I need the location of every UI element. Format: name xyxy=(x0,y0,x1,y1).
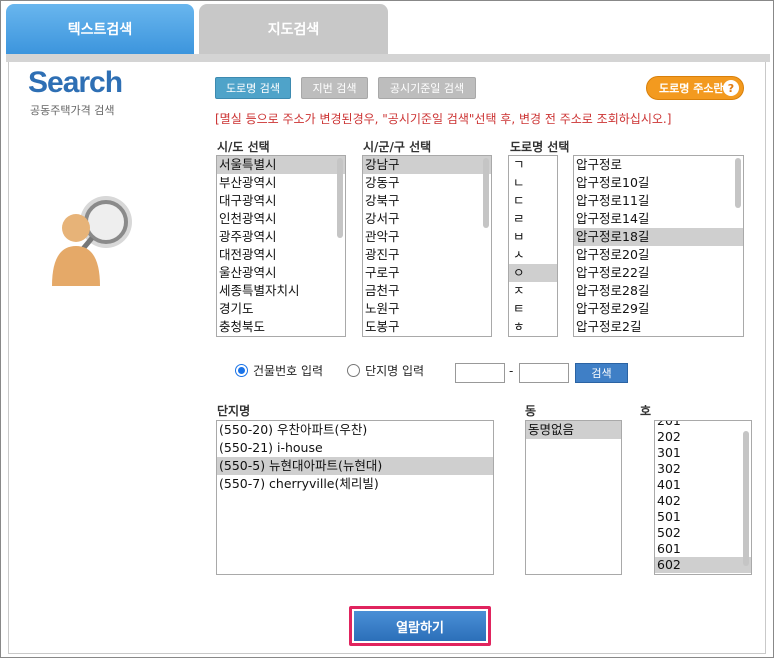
scrollbar[interactable] xyxy=(337,158,343,238)
dong-list[interactable]: 동명없음 xyxy=(525,420,622,575)
list-item[interactable]: 압구정로14길 xyxy=(574,210,743,228)
ho-label: 호 xyxy=(640,404,652,418)
person-magnifier-icon xyxy=(52,196,132,286)
dash-separator: - xyxy=(509,364,514,378)
road-search-button[interactable]: 도로명 검색 xyxy=(215,77,291,99)
list-item[interactable]: 압구정로20길 xyxy=(574,246,743,264)
jibun-search-button[interactable]: 지번 검색 xyxy=(301,77,368,99)
view-button-highlight: 열람하기 xyxy=(349,606,491,646)
list-item[interactable]: 602 xyxy=(655,557,751,573)
list-item[interactable]: 노원구 xyxy=(363,300,491,318)
complex-list[interactable]: (550-20) 우찬아파트(우찬) (550-21) i-house (550… xyxy=(216,420,494,575)
date-search-button[interactable]: 공시기준일 검색 xyxy=(378,77,476,99)
list-item[interactable]: (550-21) i-house xyxy=(217,439,493,457)
list-item[interactable]: 강남구 xyxy=(363,156,491,174)
list-item[interactable]: ㅅ xyxy=(509,246,557,264)
list-item[interactable]: 구로구 xyxy=(363,264,491,282)
list-item[interactable]: 압구정로10길 xyxy=(574,174,743,192)
complex-name-radio[interactable] xyxy=(347,364,361,377)
list-item[interactable]: ㄱ xyxy=(509,156,557,174)
building-number-label: 건물번호 입력 xyxy=(253,364,324,378)
list-item[interactable]: 세종특별자치시 xyxy=(217,282,345,300)
list-item[interactable]: 301 xyxy=(655,445,751,461)
list-item[interactable]: ㅎ xyxy=(509,318,557,336)
list-item[interactable]: ㅇ xyxy=(509,264,557,282)
list-item[interactable]: 압구정로 xyxy=(574,156,743,174)
sido-list[interactable]: 서울특별시 부산광역시 대구광역시 인천광역시 광주광역시 대전광역시 울산광역… xyxy=(216,155,346,337)
input-mode-radios: 건물번호 입력 단지명 입력 xyxy=(235,362,424,379)
list-item[interactable]: 광주광역시 xyxy=(217,228,345,246)
tab-text-search[interactable]: 텍스트검색 xyxy=(6,4,194,54)
list-item[interactable]: 대전광역시 xyxy=(217,246,345,264)
notice-text: [멸실 등으로 주소가 변경된경우, "공시기준일 검색"선택 후, 변경 전 … xyxy=(215,112,672,126)
dong-label: 동 xyxy=(525,404,537,418)
list-item[interactable]: 501 xyxy=(655,509,751,525)
list-item[interactable]: 서울특별시 xyxy=(217,156,345,174)
list-item[interactable]: 압구정로29길 xyxy=(574,300,743,318)
list-item[interactable]: 502 xyxy=(655,525,751,541)
list-item[interactable]: ㅌ xyxy=(509,300,557,318)
building-number-radio[interactable] xyxy=(235,364,248,377)
question-icon: ? xyxy=(723,80,739,96)
list-item[interactable]: 압구정로11길 xyxy=(574,192,743,210)
view-button[interactable]: 열람하기 xyxy=(354,611,486,641)
list-item[interactable]: 대구광역시 xyxy=(217,192,345,210)
list-item[interactable]: ㅂ xyxy=(509,228,557,246)
list-item[interactable]: ㅈ xyxy=(509,282,557,300)
list-item[interactable]: 동명없음 xyxy=(526,421,621,439)
complex-label: 단지명 xyxy=(217,404,251,418)
building-number-main-input[interactable] xyxy=(455,363,505,383)
list-item[interactable]: 202 xyxy=(655,429,751,445)
sido-label: 시/도 선택 xyxy=(217,140,270,154)
search-logo: Search xyxy=(28,66,123,99)
list-item[interactable]: 경기도 xyxy=(217,300,345,318)
list-item[interactable]: 금천구 xyxy=(363,282,491,300)
sigungu-label: 시/군/구 선택 xyxy=(363,140,432,154)
list-item[interactable]: 압구정로2길 xyxy=(574,318,743,336)
list-item[interactable]: (550-20) 우찬아파트(우찬) xyxy=(217,421,493,439)
road-list[interactable]: 압구정로 압구정로10길 압구정로11길 압구정로14길 압구정로18길 압구정… xyxy=(573,155,744,337)
tab-map-search[interactable]: 지도검색 xyxy=(199,4,388,54)
list-item[interactable]: 압구정로28길 xyxy=(574,282,743,300)
ho-list[interactable]: 201 202 301 302 401 402 501 502 601 602 xyxy=(654,420,752,575)
search-subtitle: 공동주택가격 검색 xyxy=(30,104,115,117)
list-item[interactable]: 강북구 xyxy=(363,192,491,210)
list-item[interactable]: 도봉구 xyxy=(363,318,491,336)
list-item[interactable]: 인천광역시 xyxy=(217,210,345,228)
list-item[interactable]: 울산광역시 xyxy=(217,264,345,282)
list-item[interactable]: 401 xyxy=(655,477,751,493)
initial-consonant-list[interactable]: ㄱ ㄴ ㄷ ㄹ ㅂ ㅅ ㅇ ㅈ ㅌ ㅎ xyxy=(508,155,558,337)
complex-name-label: 단지명 입력 xyxy=(365,364,425,378)
list-item[interactable]: 402 xyxy=(655,493,751,509)
road-label: 도로명 선택 xyxy=(510,140,570,154)
list-item[interactable]: 강동구 xyxy=(363,174,491,192)
list-item[interactable]: 광진구 xyxy=(363,246,491,264)
list-item[interactable]: ㄴ xyxy=(509,174,557,192)
list-item[interactable]: 충청북도 xyxy=(217,318,345,336)
list-item[interactable]: 302 xyxy=(655,461,751,477)
list-item[interactable]: 강서구 xyxy=(363,210,491,228)
road-address-guide-button[interactable]: 도로명 주소란 ? xyxy=(646,76,744,100)
list-item[interactable]: 601 xyxy=(655,541,751,557)
list-item[interactable]: 관악구 xyxy=(363,228,491,246)
road-address-guide-label: 도로명 주소란 xyxy=(659,82,724,95)
list-item[interactable]: 압구정로22길 xyxy=(574,264,743,282)
scrollbar[interactable] xyxy=(735,158,741,208)
scrollbar[interactable] xyxy=(743,431,749,566)
list-item[interactable]: ㄹ xyxy=(509,210,557,228)
tab-divider xyxy=(6,54,770,62)
list-item[interactable]: (550-7) cherryville(체리빌) xyxy=(217,475,493,493)
list-item[interactable]: (550-5) 뉴현대아파트(뉴현대) xyxy=(217,457,493,475)
list-item[interactable]: 부산광역시 xyxy=(217,174,345,192)
building-number-sub-input[interactable] xyxy=(519,363,569,383)
list-item[interactable]: 201 xyxy=(655,421,751,429)
list-item[interactable]: ㄷ xyxy=(509,192,557,210)
list-item[interactable]: 압구정로18길 xyxy=(574,228,743,246)
sigungu-list[interactable]: 강남구 강동구 강북구 강서구 관악구 광진구 구로구 금천구 노원구 도봉구 xyxy=(362,155,492,337)
scrollbar[interactable] xyxy=(483,158,489,228)
search-button[interactable]: 검색 xyxy=(575,363,628,383)
